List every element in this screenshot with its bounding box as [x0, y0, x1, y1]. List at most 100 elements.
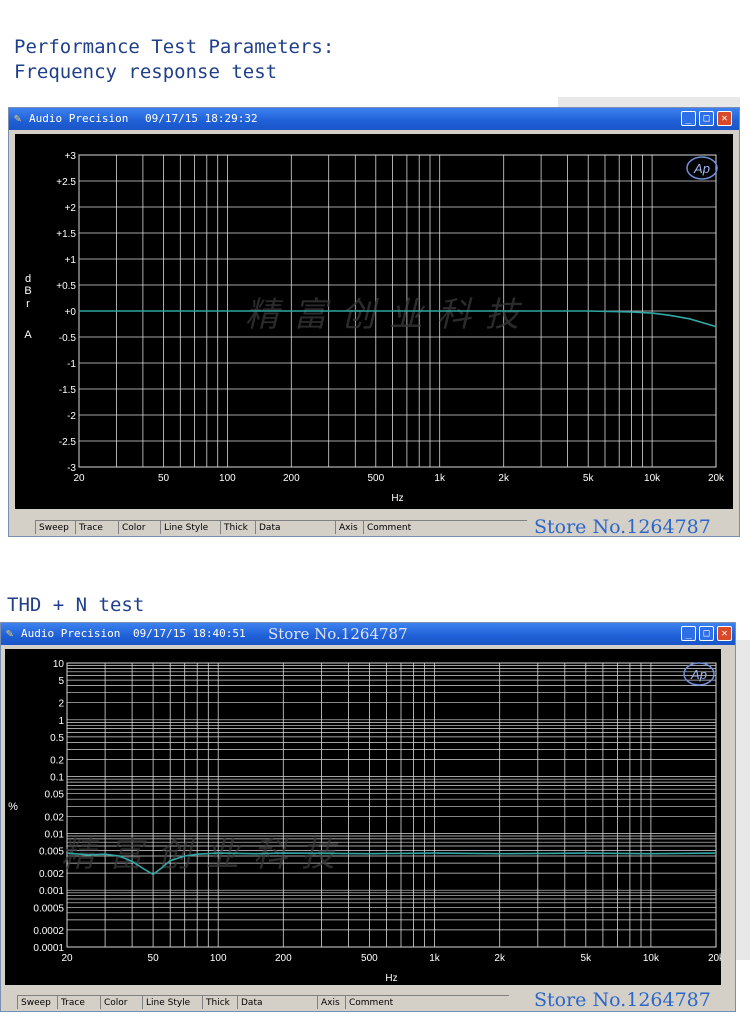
status-button-sweep[interactable]: Sweep — [35, 520, 77, 534]
status-button-data[interactable]: Data — [237, 995, 317, 1009]
status-button-line-style[interactable]: Line Style — [160, 520, 220, 534]
window-title: Audio Precision — [29, 112, 129, 125]
plot-frame — [66, 662, 717, 948]
window-timestamp: 09/17/15 18:40:51 — [133, 627, 246, 640]
y-tick-label: -1.5 — [59, 385, 77, 396]
close-icon[interactable]: ✕ — [717, 626, 732, 641]
x-tick-label: 100 — [210, 953, 227, 964]
y-tick-label: 0.0002 — [33, 926, 64, 937]
y-axis-label-part: r — [26, 298, 30, 310]
x-tick-label: 5k — [583, 473, 595, 484]
y-tick-label: 0.001 — [39, 886, 64, 897]
y-axis-label-part: B — [24, 285, 31, 297]
x-tick-label: 1k — [434, 473, 446, 484]
plot-area: 10 5 2 1 0.5 0.2 0.1 0.05 0.02 0.01 0.005 0.002 0.00… — [5, 649, 725, 985]
x-tick-label: 20 — [73, 473, 85, 484]
window-title: Audio Precision — [21, 627, 121, 640]
status-button-color[interactable]: Color — [118, 520, 160, 534]
x-tick-labels: 20 50 100 200 500 1k 2k 5k 10k 20k — [73, 473, 725, 484]
status-button-comment[interactable]: Comment — [345, 995, 509, 1009]
ap-logo-icon: Ap — [686, 156, 718, 180]
ap-window-frequency-response[interactable]: ✎ Audio Precision 09/17/15 18:29:32 _ □ … — [8, 107, 740, 538]
x-tick-label: 1k — [429, 953, 441, 964]
x-tick-label: 500 — [367, 473, 384, 484]
x-tick-label: 20k — [708, 953, 721, 964]
heading-performance: Performance Test Parameters: — [14, 36, 335, 58]
x-tick-label: 10k — [644, 473, 661, 484]
x-axis-label: Hz — [385, 973, 397, 984]
y-tick-label: 0.0001 — [33, 943, 64, 954]
y-tick-label: 5 — [58, 676, 64, 687]
y-axis-label: % — [8, 801, 18, 813]
y-tick-label: +2.5 — [56, 177, 76, 188]
x-tick-label: 50 — [158, 473, 170, 484]
x-tick-label: 2k — [498, 473, 510, 484]
status-button-color[interactable]: Color — [100, 995, 142, 1009]
y-tick-label: 0.05 — [45, 790, 65, 801]
store-number: Store No.1264787 — [534, 516, 711, 538]
ap-window-thd[interactable]: ✎ Audio Precision 09/17/15 18:40:51 Stor… — [0, 622, 736, 1012]
status-button-data[interactable]: Data — [255, 520, 335, 534]
y-grid — [67, 662, 716, 948]
y-axis-label-part: % — [8, 801, 18, 813]
title-store-number: Store No.1264787 — [268, 625, 408, 643]
x-tick-label: 20 — [61, 953, 73, 964]
close-icon[interactable]: ✕ — [717, 111, 732, 126]
maximize-icon[interactable]: □ — [699, 626, 714, 641]
y-tick-label: +0.5 — [56, 281, 76, 292]
window-timestamp: 09/17/15 18:29:32 — [145, 112, 258, 125]
y-tick-label: 0.2 — [50, 756, 64, 767]
y-tick-labels: +3+2.5+2+1.5+1+0.5+0-0.5-1-1.5-2-2.5-3 — [56, 151, 76, 474]
x-tick-label: 20k — [708, 473, 725, 484]
y-tick-label: -2.5 — [59, 437, 77, 448]
y-tick-label: -0.5 — [59, 333, 77, 344]
x-tick-label: 10k — [643, 953, 660, 964]
minimize-icon[interactable]: _ — [681, 626, 696, 641]
watermark-text: 精富创业科技 — [245, 296, 533, 334]
y-tick-label: 0.1 — [50, 773, 64, 784]
window-titlebar[interactable]: ✎ Audio Precision 09/17/15 18:29:32 _ □ … — [9, 108, 739, 130]
x-tick-label: 100 — [219, 473, 236, 484]
y-tick-label: 0.0005 — [33, 903, 64, 914]
logo-text: Ap — [693, 161, 710, 176]
heading-frequency-response: Frequency response test — [14, 61, 278, 83]
maximize-icon[interactable]: □ — [699, 111, 714, 126]
frequency-response-chart: +3+2.5+2+1.5+1+0.5+0-0.5-1-1.5-2-2.5-320… — [24, 151, 725, 504]
y-tick-label: 0.5 — [50, 733, 64, 744]
thd-n-chart: 105210.50.20.10.050.020.010.0050.0020.00… — [8, 659, 725, 984]
x-tick-labels: 20 50 100 200 500 1k 2k 5k 10k 20k — [61, 953, 725, 964]
x-tick-label: 5k — [581, 953, 593, 964]
status-button-axis[interactable]: Axis — [335, 520, 363, 534]
status-bar: Sweep Trace Color Line Style Thick Data Axis Co… — [1, 989, 735, 1011]
y-tick-label: +0 — [65, 307, 77, 318]
y-tick-label: +2 — [65, 203, 77, 214]
y-tick-label: 0.02 — [45, 812, 65, 823]
ap-logo-icon: Ap — [683, 662, 715, 686]
x-tick-label: 200 — [283, 473, 300, 484]
audio-precision-icon: ✎ — [14, 111, 22, 125]
x-grid — [66, 663, 717, 947]
x-tick-label: 500 — [361, 953, 378, 964]
x-axis-label: Hz — [391, 493, 403, 504]
status-button-thick[interactable]: Thick — [220, 520, 256, 534]
status-button-thick[interactable]: Thick — [202, 995, 238, 1009]
status-button-trace[interactable]: Trace — [57, 995, 101, 1009]
y-tick-label: 2 — [58, 699, 64, 710]
status-bar: Sweep Trace Color Line Style Thick Data Axis Co… — [9, 516, 739, 538]
status-button-trace[interactable]: Trace — [75, 520, 119, 534]
status-button-comment[interactable]: Comment — [363, 520, 527, 534]
window-titlebar[interactable]: ✎ Audio Precision 09/17/15 18:40:51 Stor… — [1, 623, 735, 645]
y-axis-label: dBr A — [24, 273, 32, 341]
minimize-icon[interactable]: _ — [681, 111, 696, 126]
status-button-line-style[interactable]: Line Style — [142, 995, 202, 1009]
status-button-axis[interactable]: Axis — [317, 995, 345, 1009]
y-tick-label: -1 — [67, 359, 76, 370]
plot-area: +3 +2.5 +2 +1.5 +1 +0.5 +0 -0.5 -1 -1.5 -2 -2.5 -3 20… — [15, 134, 733, 509]
audio-precision-icon: ✎ — [6, 626, 14, 640]
y-tick-label: +1.5 — [56, 229, 76, 240]
y-tick-label: -2 — [67, 411, 76, 422]
y-tick-label: +1 — [65, 255, 77, 266]
status-button-sweep[interactable]: Sweep — [17, 995, 59, 1009]
y-axis-label-part: d — [25, 273, 31, 285]
heading-thd: THD + N test — [7, 594, 145, 616]
